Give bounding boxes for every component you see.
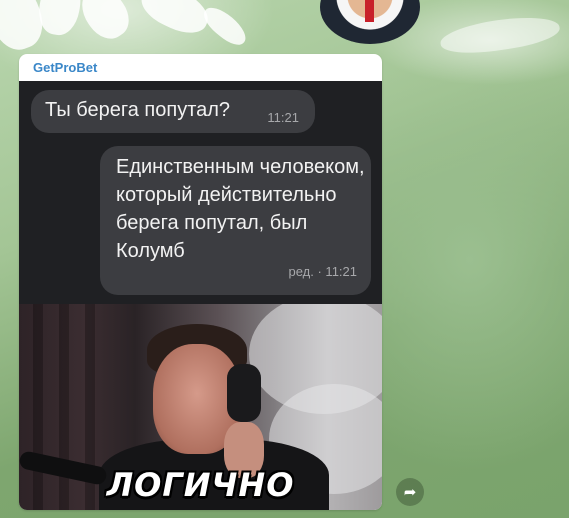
outgoing-text: Единственным человеком, который действит… bbox=[116, 156, 365, 262]
wallpaper-petal bbox=[135, 0, 215, 42]
avatar[interactable] bbox=[320, 0, 420, 44]
wallpaper-petal bbox=[72, 0, 138, 47]
incoming-bubble: Ты берега попутал? 11:21 bbox=[31, 90, 315, 133]
incoming-text: Ты берега попутал? bbox=[45, 99, 231, 121]
avatar-tie bbox=[365, 0, 374, 22]
wallpaper-petal bbox=[438, 11, 562, 59]
wallpaper-petal bbox=[35, 0, 85, 39]
incoming-time: 11:21 bbox=[267, 110, 299, 125]
chat-screenshot: Ты берега попутал? 11:21 Единственным че… bbox=[19, 81, 382, 304]
forwarded-message-card[interactable]: GetProBet Ты берега попутал? 11:21 Единс… bbox=[19, 54, 382, 510]
headphones bbox=[227, 364, 261, 422]
meme-caption: ЛОГИЧНО bbox=[106, 466, 295, 504]
outgoing-bubble: Единственным человеком, который действит… bbox=[100, 146, 371, 295]
share-arrow-icon[interactable]: ➦ bbox=[396, 478, 424, 506]
channel-name[interactable]: GetProBet bbox=[19, 54, 382, 81]
outgoing-meta: ред. · 11:21 bbox=[288, 264, 358, 279]
wallpaper-petal bbox=[198, 1, 252, 51]
meme-photo[interactable]: ЛОГИЧНО bbox=[19, 304, 382, 510]
